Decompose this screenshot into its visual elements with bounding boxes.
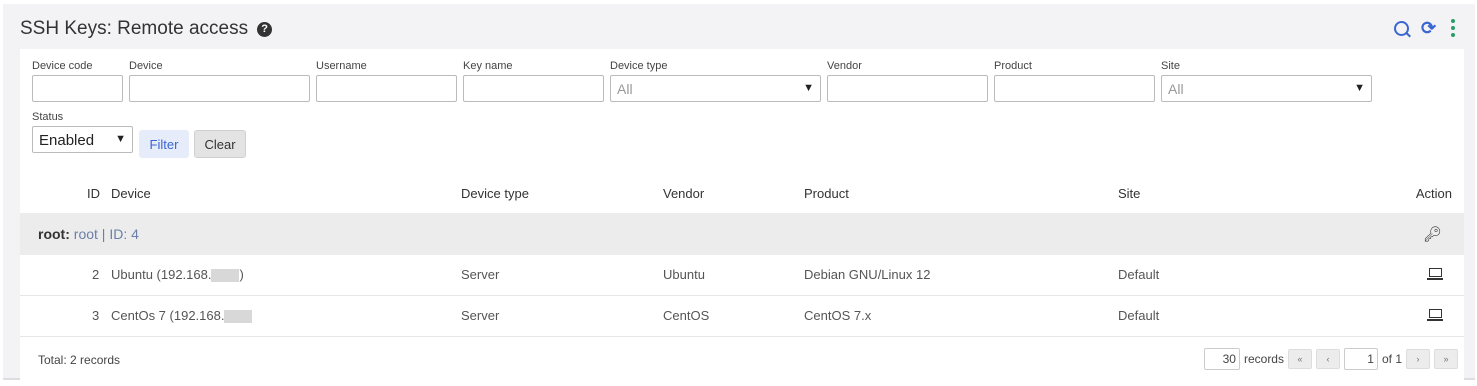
table-footer: Total: 2 records 30 records « ‹ 1 of 1 ›… <box>20 345 1464 375</box>
row-device: Ubuntu (192.168.) <box>111 267 244 283</box>
main-content: Device code Device Username Key name Dev… <box>20 49 1464 380</box>
col-header-device-type[interactable]: Device type <box>461 186 529 201</box>
status-value: Enabled <box>39 132 95 149</box>
top-actions: ⟳ <box>1394 19 1455 37</box>
filter-device: Device <box>129 60 310 102</box>
next-page-button[interactable]: › <box>1406 349 1430 369</box>
site-label: Site <box>1161 60 1180 72</box>
row-device-type: Server <box>461 267 500 282</box>
row-device-type: Server <box>461 308 500 323</box>
group-row-root: root: root | ID: 4 🔑︎ <box>20 213 1464 255</box>
page-of-label: of 1 <box>1381 352 1402 366</box>
total-records: Total: 2 records <box>38 353 121 367</box>
laptop-icon[interactable] <box>1427 309 1443 321</box>
clear-button[interactable]: Clear <box>194 130 246 158</box>
pagination: 30 records « ‹ 1 of 1 › » <box>1203 348 1458 370</box>
key-name-input[interactable] <box>463 75 604 102</box>
device-code-input[interactable] <box>32 75 123 102</box>
row-vendor: Ubuntu <box>663 267 705 282</box>
page-title: SSH Keys: Remote access ? <box>20 18 273 40</box>
col-header-device[interactable]: Device <box>111 186 151 201</box>
per-page-input[interactable]: 30 <box>1203 348 1240 370</box>
row-device-text: CentOs 7 (192.168. <box>111 308 225 323</box>
username-input[interactable] <box>316 75 457 102</box>
device-code-label: Device code <box>32 60 93 72</box>
row-device: CentOs 7 (192.168. <box>111 308 253 324</box>
vendor-input[interactable] <box>827 75 988 102</box>
laptop-icon[interactable] <box>1427 268 1443 280</box>
last-page-button[interactable]: » <box>1434 349 1458 369</box>
status-select[interactable]: Enabled ▼ <box>32 126 133 153</box>
row-vendor: CentOS <box>663 308 710 323</box>
more-options-icon[interactable] <box>1451 19 1455 37</box>
row-site: Default <box>1118 267 1160 282</box>
redacted-block <box>224 310 253 324</box>
col-header-product[interactable]: Product <box>804 186 849 201</box>
filter-device-type: Device type All ▼ <box>610 60 821 102</box>
ssh-keys-panel: SSH Keys: Remote access ? ⟳ Device code … <box>3 4 1475 380</box>
table-row: 2 Ubuntu (192.168.) Server Ubuntu Debian… <box>20 255 1464 296</box>
filter-key-name: Key name <box>463 60 604 102</box>
key-icon[interactable]: 🔑︎ <box>1423 225 1442 243</box>
page-title-text: SSH Keys: Remote access <box>20 18 249 39</box>
page-input[interactable]: 1 <box>1343 348 1378 370</box>
product-label: Product <box>994 60 1032 72</box>
row-device-text: Ubuntu (192.168. <box>111 267 212 282</box>
col-header-vendor[interactable]: Vendor <box>663 186 704 201</box>
prev-page-button[interactable]: ‹ <box>1315 349 1340 369</box>
device-label: Device <box>129 60 163 72</box>
vendor-label: Vendor <box>827 60 862 72</box>
status-label: Status <box>32 111 64 123</box>
key-name-label: Key name <box>463 60 513 72</box>
records-label: records <box>1243 352 1284 366</box>
search-icon[interactable] <box>1394 20 1409 36</box>
filter-status: Status Enabled ▼ <box>32 111 133 153</box>
table-row: 3 CentOs 7 (192.168. Server CentOS CentO… <box>20 296 1464 337</box>
group-user-label: root: <box>38 226 70 242</box>
col-header-action: Action <box>1415 186 1452 201</box>
refresh-icon[interactable]: ⟳ <box>1421 19 1439 37</box>
group-label: root: root | ID: 4 <box>38 226 139 242</box>
filter-username: Username <box>316 60 457 102</box>
row-id: 3 <box>92 308 100 323</box>
chevron-down-icon: ▼ <box>803 82 814 94</box>
row-site: Default <box>1118 308 1160 323</box>
filter-vendor: Vendor <box>827 60 988 102</box>
chevron-down-icon: ▼ <box>1354 82 1365 94</box>
row-device-suffix: ) <box>239 267 244 282</box>
filter-site: Site All ▼ <box>1161 60 1372 102</box>
device-type-value: All <box>617 81 633 97</box>
col-header-id[interactable]: ID <box>87 186 100 201</box>
chevron-down-icon: ▼ <box>115 133 126 145</box>
row-product: Debian GNU/Linux 12 <box>804 267 931 282</box>
group-user-value: root | ID: 4 <box>73 226 139 242</box>
filter-button[interactable]: Filter <box>139 130 189 158</box>
site-value: All <box>1168 81 1184 97</box>
row-id: 2 <box>92 267 100 282</box>
redacted-block <box>211 269 240 283</box>
device-input[interactable] <box>129 75 310 102</box>
device-type-select[interactable]: All ▼ <box>610 75 821 102</box>
col-header-site[interactable]: Site <box>1118 186 1140 201</box>
site-select[interactable]: All ▼ <box>1161 75 1372 102</box>
username-label: Username <box>316 60 367 72</box>
device-type-label: Device type <box>610 60 668 72</box>
help-icon[interactable]: ? <box>257 21 273 37</box>
filter-device-code: Device code <box>32 60 123 102</box>
first-page-button[interactable]: « <box>1287 349 1312 369</box>
product-input[interactable] <box>994 75 1155 102</box>
filter-product: Product <box>994 60 1155 102</box>
row-product: CentOS 7.x <box>804 308 872 323</box>
